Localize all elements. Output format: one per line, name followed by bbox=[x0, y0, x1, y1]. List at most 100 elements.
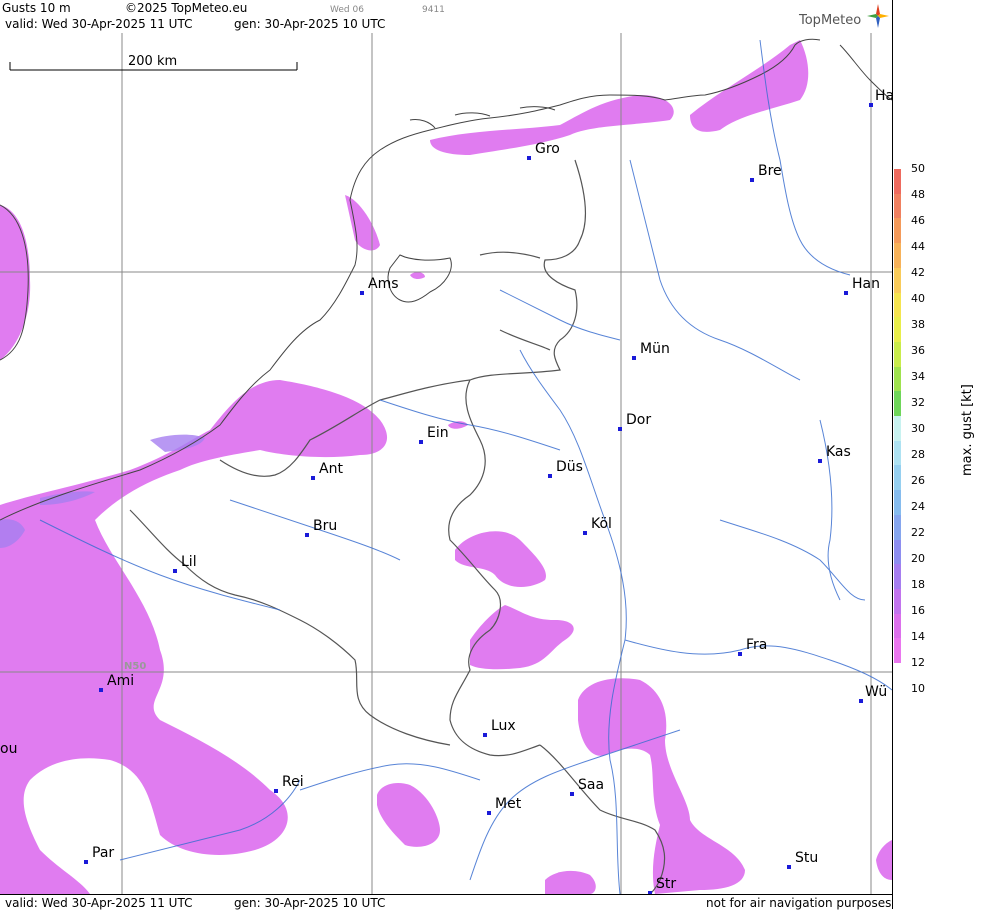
city-dot-icon bbox=[787, 865, 791, 869]
legend-color-segment bbox=[894, 341, 901, 368]
city-dot-icon bbox=[305, 533, 309, 537]
topmeteo-logo[interactable]: TopMeteo bbox=[799, 14, 861, 28]
legend-tick-label: 48 bbox=[911, 188, 925, 201]
city-label: Ams bbox=[368, 276, 399, 292]
legend-tick-label: 30 bbox=[911, 422, 925, 435]
legend-color-segment bbox=[894, 514, 901, 540]
city-label: Ami bbox=[107, 673, 135, 689]
city-dot-icon bbox=[750, 178, 754, 182]
legend-color-segment bbox=[894, 243, 901, 269]
legend-color-segment bbox=[894, 169, 901, 195]
city-label: Lil bbox=[181, 554, 197, 570]
legend-tick-label: 24 bbox=[911, 500, 925, 513]
legend-tick-label: 18 bbox=[911, 578, 925, 591]
legend-color-segment bbox=[894, 366, 901, 392]
city-label: Bre bbox=[758, 163, 782, 179]
city-dot-icon bbox=[632, 356, 636, 360]
city-label: Str bbox=[656, 876, 677, 892]
city-dot-icon bbox=[527, 156, 531, 160]
city-dot-icon bbox=[173, 569, 177, 573]
legend-color-segment bbox=[894, 292, 901, 318]
small-code-label: 9411 bbox=[422, 5, 445, 15]
legend-tick-label: 44 bbox=[911, 240, 925, 253]
city-dot-icon bbox=[419, 440, 423, 444]
city-label: Mün bbox=[640, 341, 670, 357]
city-label: Rei bbox=[282, 774, 304, 790]
city-dot-icon bbox=[583, 531, 587, 535]
city-dot-icon bbox=[570, 792, 574, 796]
legend-tick-label: 46 bbox=[911, 214, 925, 227]
legend-tick-label: 28 bbox=[911, 448, 925, 461]
city-dot-icon bbox=[844, 291, 848, 295]
legend-color-bar bbox=[894, 169, 901, 664]
city-label: Fra bbox=[746, 637, 768, 653]
city-label: Dor bbox=[626, 412, 652, 428]
legend-color-segment bbox=[894, 416, 901, 442]
legend-color-segment bbox=[894, 564, 901, 590]
legend-color-segment bbox=[894, 317, 901, 343]
footer-valid-time: valid: Wed 30-Apr-2025 11 UTC bbox=[5, 896, 193, 910]
legend-title: max. gust [kt] bbox=[960, 384, 975, 476]
city-dot-icon bbox=[859, 699, 863, 703]
legend-color-segment bbox=[894, 267, 901, 293]
city-dot-icon bbox=[487, 811, 491, 815]
gust-legend: 50 48 46 44 42 40 38 36 34 32 30 28 26 24 22 20 18 16 14 12… bbox=[893, 0, 983, 909]
city-label: Lux bbox=[491, 718, 516, 734]
legend-tick-label: 40 bbox=[911, 292, 925, 305]
generated-time: gen: 30-Apr-2025 10 UTC bbox=[234, 17, 386, 31]
legend-color-segment bbox=[894, 539, 901, 565]
city-label: Stu bbox=[795, 850, 819, 866]
city-label: Düs bbox=[556, 459, 583, 475]
compass-logo-icon bbox=[867, 4, 889, 28]
legend-color-segment bbox=[894, 613, 901, 639]
legend-tick-label: 32 bbox=[911, 396, 925, 409]
copyright-text: ©2025 TopMeteo.eu bbox=[125, 1, 248, 15]
legend-tick-label: 22 bbox=[911, 526, 925, 539]
city-dot-icon bbox=[869, 103, 873, 107]
city-label: Ant bbox=[319, 461, 343, 477]
city-label: ou bbox=[0, 741, 18, 757]
legend-color-segment bbox=[894, 218, 901, 244]
latitude-label: N50 bbox=[124, 661, 146, 672]
city-dot-icon bbox=[483, 733, 487, 737]
city-label: Saa bbox=[578, 777, 605, 793]
legend-color-segment bbox=[894, 588, 901, 615]
map-header: Gusts 10 m ©2025 TopMeteo.eu Wed 06 9411… bbox=[0, 0, 892, 34]
map-title: Gusts 10 m bbox=[2, 1, 71, 15]
city-label: Kas bbox=[826, 444, 851, 460]
city-dot-icon bbox=[618, 427, 622, 431]
city-dot-icon bbox=[274, 789, 278, 793]
city-label: Gro bbox=[535, 141, 560, 157]
map-footer: valid: Wed 30-Apr-2025 11 UTC gen: 30-Ap… bbox=[0, 894, 892, 910]
footer-generated-time: gen: 30-Apr-2025 10 UTC bbox=[234, 896, 386, 910]
valid-time: valid: Wed 30-Apr-2025 11 UTC bbox=[5, 17, 193, 31]
legend-tick-label: 38 bbox=[911, 318, 925, 331]
city-dot-icon bbox=[738, 652, 742, 656]
city-label: Wü bbox=[865, 684, 888, 700]
legend-tick-label: 26 bbox=[911, 474, 925, 487]
footer-disclaimer: not for air navigation purposes bbox=[706, 896, 892, 910]
legend-color-segment bbox=[894, 490, 901, 516]
city-label: Met bbox=[495, 796, 522, 812]
legend-tick-label: 16 bbox=[911, 604, 925, 617]
legend-color-segment bbox=[894, 440, 901, 466]
legend-tick-label: 12 bbox=[911, 656, 925, 669]
city-dot-icon bbox=[818, 459, 822, 463]
legend-tick-label: 36 bbox=[911, 344, 925, 357]
legend-color-segment bbox=[894, 465, 901, 491]
legend-color-segment bbox=[894, 638, 901, 664]
city-label: Ein bbox=[427, 425, 449, 441]
city-label: Bru bbox=[313, 518, 338, 534]
legend-tick-label: 10 bbox=[911, 682, 925, 695]
city-label: Köl bbox=[591, 516, 612, 532]
city-label: Par bbox=[92, 845, 115, 861]
legend-color-segment bbox=[894, 193, 901, 219]
city-dot-icon bbox=[548, 474, 552, 478]
legend-tick-label: 42 bbox=[911, 266, 925, 279]
scale-label: 200 km bbox=[128, 54, 177, 69]
legend-tick-label: 50 bbox=[911, 162, 925, 175]
city-dot-icon bbox=[311, 476, 315, 480]
small-day-label: Wed 06 bbox=[330, 5, 364, 15]
legend-color-segment bbox=[894, 391, 901, 417]
city-dot-icon bbox=[84, 860, 88, 864]
